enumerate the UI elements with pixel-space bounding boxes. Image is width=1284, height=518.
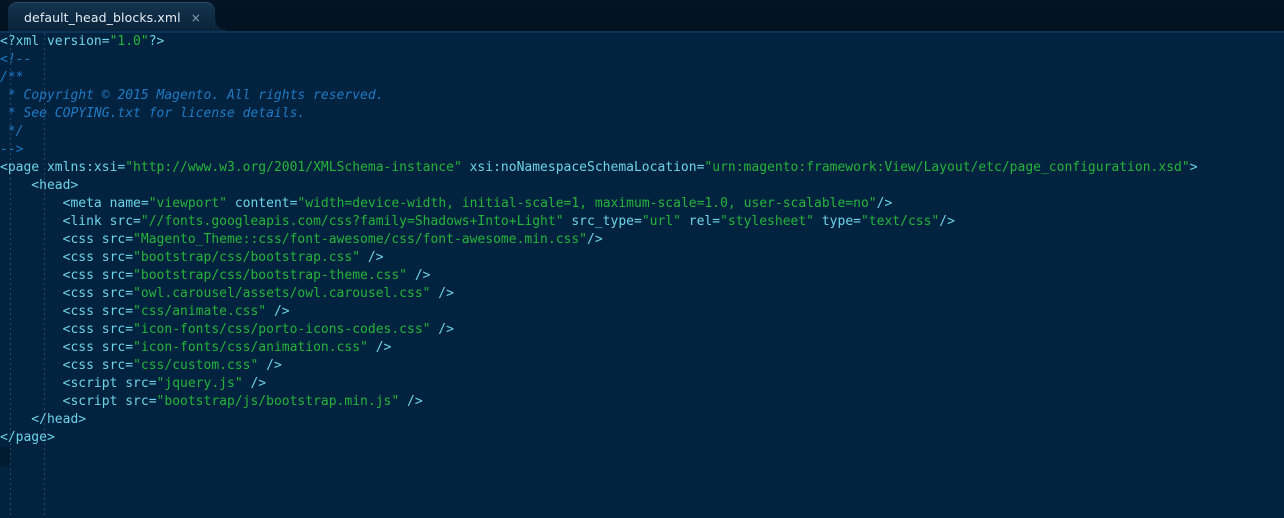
code-token-com: * Copyright © 2015 Magento. All rights r… xyxy=(0,88,384,103)
code-token-str: "1.0" xyxy=(109,34,149,49)
code-line: */ xyxy=(0,123,1198,141)
code-line: <css src="owl.carousel/assets/owl.carous… xyxy=(0,285,1198,303)
code-token-tag: /> xyxy=(266,304,290,319)
code-line: <!-- xyxy=(0,51,1198,69)
code-token-str: "bootstrap/js/bootstrap.min.js" xyxy=(156,394,400,409)
code-line: </head> xyxy=(0,411,1198,429)
code-editor-area[interactable]: <?xml version="1.0"?> <!--/** * Copyright… xyxy=(0,33,1284,518)
code-token-tag: /> xyxy=(360,250,384,265)
code-token-str: "width=device-width, initial-scale=1, ma… xyxy=(297,196,877,211)
code-token-tag: /> xyxy=(939,214,955,229)
code-token-tag: <css src= xyxy=(0,358,134,373)
code-token-tag: xsi:noNamespaceSchemaLocation= xyxy=(461,160,705,175)
code-line: <head> xyxy=(0,177,1198,195)
code-token-str: "url" xyxy=(641,214,681,229)
code-token-com: --> xyxy=(0,142,24,157)
code-line: <page xmlns:xsi="http://www.w3.org/2001/… xyxy=(0,159,1198,177)
code-token-tag: /> xyxy=(399,394,423,409)
editor-tab-bar: default_head_blocks.xml × xyxy=(0,0,1284,33)
code-token-str: "bootstrap/css/bootstrap.css" xyxy=(133,250,361,265)
code-line: <css src="bootstrap/css/bootstrap-theme.… xyxy=(0,267,1198,285)
code-line: --> xyxy=(0,141,1198,159)
code-token-tag: ?> xyxy=(148,34,165,49)
tab-default-head-blocks-xml[interactable]: default_head_blocks.xml × xyxy=(8,2,227,33)
code-token-str: "icon-fonts/css/porto-icons-codes.css" xyxy=(133,322,431,337)
code-token-tag: <head> xyxy=(0,178,79,193)
code-line: * Copyright © 2015 Magento. All rights r… xyxy=(0,87,1198,105)
code-token-com: */ xyxy=(0,124,24,139)
code-token-tag: /> xyxy=(367,340,392,355)
code-line: <meta name="viewport" content="width=dev… xyxy=(0,195,1198,213)
code-token-tag: <meta name= xyxy=(0,196,149,211)
code-token-tag: /> xyxy=(258,358,282,373)
tab-title: default_head_blocks.xml xyxy=(24,10,181,25)
code-line: <css src="icon-fonts/css/animation.css" … xyxy=(0,339,1198,357)
code-token-str: "stylesheet" xyxy=(720,214,815,229)
code-token-tag: <css src= xyxy=(0,232,134,247)
code-token-str: "urn:magento:framework:View/Layout/etc/p… xyxy=(704,160,1190,175)
close-icon[interactable]: × xyxy=(191,12,201,24)
code-token-tag: <link src= xyxy=(0,214,141,229)
code-token-tag: <css src= xyxy=(0,340,134,355)
code-token-tag: <script src= xyxy=(0,394,157,409)
code-line: <link src="//fonts.googleapis.com/css?fa… xyxy=(0,213,1198,231)
code-token-com: * See COPYING.txt for license details. xyxy=(0,106,306,121)
code-token-com: <!-- xyxy=(0,52,32,67)
code-line: <css src="icon-fonts/css/porto-icons-cod… xyxy=(0,321,1198,339)
code-line: /** xyxy=(0,69,1198,87)
code-token-str: "viewport" xyxy=(148,196,227,211)
code-token-tag: <css src= xyxy=(0,286,134,301)
code-token-tag: type= xyxy=(814,214,861,229)
code-token-com: /** xyxy=(0,70,24,85)
code-line: <css src="css/animate.css" /> xyxy=(0,303,1198,321)
code-token-tag: </head> xyxy=(0,412,87,427)
code-token-tag: <script src= xyxy=(0,376,157,391)
code-token-tag: /> xyxy=(587,232,603,247)
code-content[interactable]: <?xml version="1.0"?> <!--/** * Copyright… xyxy=(0,33,1198,447)
code-token-tag: rel= xyxy=(680,214,721,229)
code-token-str: "bootstrap/css/bootstrap-theme.css" xyxy=(133,268,407,283)
code-token-str: "//fonts.googleapis.com/css?family=Shado… xyxy=(140,214,564,229)
code-token-str: "icon-fonts/css/animation.css" xyxy=(133,340,368,355)
code-token-tag: <css src= xyxy=(0,268,134,283)
code-token-str: "Magento_Theme::css/font-awesome/css/fon… xyxy=(133,232,588,247)
code-line: </page> xyxy=(0,429,1198,447)
code-token-tag: <css src= xyxy=(0,304,134,319)
code-line: * See COPYING.txt for license details. xyxy=(0,105,1198,123)
code-line: <script src="jquery.js" /> xyxy=(0,375,1198,393)
code-token-tag: > xyxy=(1189,160,1198,175)
text-caret xyxy=(0,447,10,466)
code-token-tag: src_type= xyxy=(563,214,642,229)
code-token-tag: /> xyxy=(242,376,267,391)
code-token-str: "css/animate.css" xyxy=(133,304,267,319)
code-token-tag: /> xyxy=(430,286,454,301)
code-token-tag: <css src= xyxy=(0,250,134,265)
code-line: <css src="bootstrap/css/bootstrap.css" /… xyxy=(0,249,1198,267)
code-token-tag: <?xml version= xyxy=(0,34,110,49)
code-token-str: "css/custom.css" xyxy=(133,358,259,373)
code-token-str: "owl.carousel/assets/owl.carousel.css" xyxy=(133,286,431,301)
code-line: <script src="bootstrap/js/bootstrap.min.… xyxy=(0,393,1198,411)
code-token-str: "http://www.w3.org/2001/XMLSchema-instan… xyxy=(125,160,462,175)
code-token-str: "text/css" xyxy=(860,214,940,229)
code-token-tag: </page> xyxy=(0,430,55,445)
code-token-tag: <page xmlns:xsi= xyxy=(0,160,126,175)
code-token-tag: <css src= xyxy=(0,322,134,337)
code-token-tag: /> xyxy=(876,196,893,211)
code-token-tag: content= xyxy=(227,196,298,211)
code-token-str: "jquery.js" xyxy=(156,376,243,391)
code-line: <?xml version="1.0"?> xyxy=(0,33,1198,51)
code-token-tag: /> xyxy=(407,268,431,283)
code-line: <css src="Magento_Theme::css/font-awesom… xyxy=(0,231,1198,249)
code-token-tag: /> xyxy=(430,322,454,337)
code-line: <css src="css/custom.css" /> xyxy=(0,357,1198,375)
